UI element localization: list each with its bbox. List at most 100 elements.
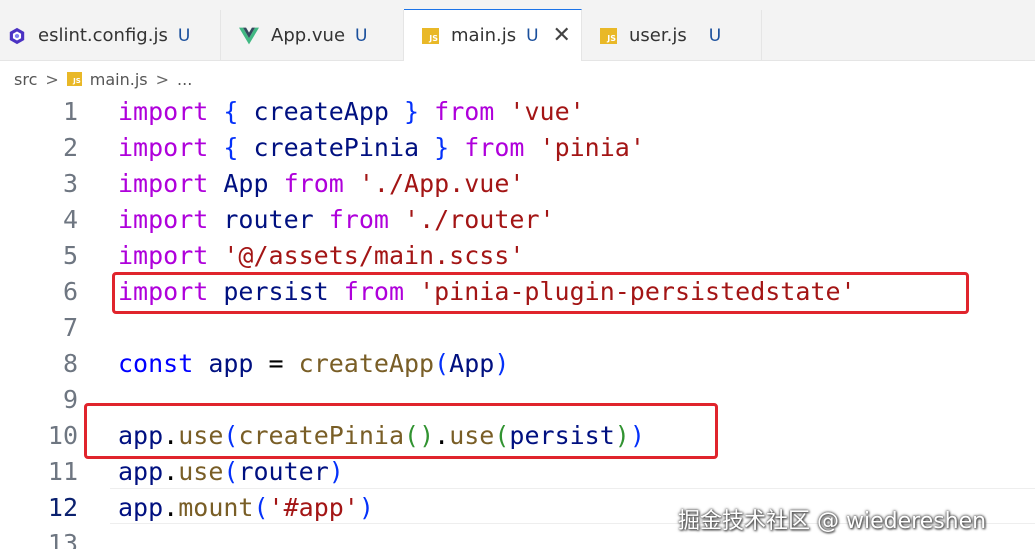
breadcrumb-folder[interactable]: src (14, 70, 37, 89)
code-token: { (223, 97, 239, 126)
chevron-right-icon: > (155, 69, 170, 89)
watermark: 掘金技术社区 @ wiedereshen (678, 509, 987, 534)
code-token: import (118, 205, 209, 234)
line-number: 9 (62, 385, 78, 414)
code-line[interactable]: 11 app.use(router) (0, 454, 1035, 490)
code-token: app (118, 493, 164, 522)
code-token: ( (223, 457, 239, 486)
line-number: 13 (47, 529, 78, 549)
line-number: 4 (62, 205, 78, 234)
code-token: ) (328, 457, 344, 486)
code-token: createApp (238, 97, 405, 126)
code-editor[interactable]: 1 import { createApp } from 'vue' 2 import … (0, 92, 1035, 549)
code-line[interactable]: 7 (0, 310, 1035, 346)
code-token: app (208, 349, 254, 378)
line-number: 1 (62, 97, 78, 126)
untracked-status-badge: U (177, 25, 191, 46)
code-token: from (328, 205, 389, 234)
code-line[interactable]: 3 import App from './App.vue' (0, 166, 1035, 202)
code-token: from (464, 133, 525, 162)
code-token: } (434, 133, 450, 162)
code-line[interactable]: 2 import { createPinia } from 'pinia' (0, 130, 1035, 166)
code-token: = (253, 349, 299, 378)
code-token: app (118, 457, 164, 486)
code-token: './router' (404, 205, 555, 234)
code-token: ) (494, 349, 510, 378)
code-token: App (223, 169, 269, 198)
code-token: 'pinia' (539, 133, 645, 162)
line-number: 6 (62, 277, 78, 306)
code-token: . (163, 493, 179, 522)
line-number: 11 (47, 457, 78, 486)
eslint-icon (9, 27, 25, 44)
code-token: router (223, 205, 314, 234)
close-icon[interactable]: ✕ (553, 24, 571, 47)
code-token: '@/assets/main.scss' (223, 241, 525, 270)
untracked-status-badge: U (355, 25, 368, 46)
code-line[interactable]: 4 import router from './router' (0, 202, 1035, 238)
tab-eslint-config[interactable]: eslint.config.js U (0, 10, 221, 61)
code-line[interactable]: 5 import '@/assets/main.scss' (0, 238, 1035, 274)
annotation-box-line-6 (112, 272, 969, 314)
code-line[interactable]: 8 const app = createApp(App) (0, 346, 1035, 382)
vue-icon (239, 27, 259, 44)
code-token: from (283, 169, 344, 198)
code-token: createApp (298, 349, 435, 378)
tab-user-js[interactable]: JS user.js U (582, 10, 762, 61)
line-number: 3 (62, 169, 78, 198)
code-token: import (118, 97, 209, 126)
code-text: import { createApp } from 'vue' (118, 94, 585, 130)
annotation-box-line-10 (84, 403, 718, 459)
code-line[interactable]: 1 import { createApp } from 'vue' (0, 94, 1035, 130)
tab-app-vue[interactable]: App.vue U (221, 10, 404, 61)
code-token: . (163, 457, 179, 486)
code-text: app.mount('#app') (118, 490, 374, 526)
code-token: '#app' (268, 493, 359, 522)
code-text: app.use(router) (118, 454, 344, 490)
chevron-right-icon: > (45, 69, 59, 89)
code-token: import (118, 133, 209, 162)
line-number: 12 (47, 493, 78, 522)
code-token: ( (253, 493, 269, 522)
breadcrumb-file[interactable]: main.js (90, 70, 148, 89)
js-icon: JS (600, 27, 617, 44)
tab-label: App.vue (271, 25, 346, 46)
untracked-status-badge: U (708, 25, 722, 46)
line-number: 8 (62, 349, 78, 378)
line-number: 7 (62, 313, 78, 342)
code-token: import (118, 169, 209, 198)
editor-tab-bar: eslint.config.js U App.vue U JS main.js … (0, 0, 1035, 61)
js-icon: JS (66, 72, 82, 86)
tab-label: user.js (629, 25, 687, 46)
breadcrumb-more[interactable]: ... (177, 70, 192, 89)
tab-label: main.js (451, 25, 517, 46)
breadcrumb: src > JS main.js > ... (14, 67, 192, 91)
code-token: './App.vue' (358, 169, 525, 198)
code-token: const (118, 349, 194, 378)
untracked-status-badge: U (526, 25, 539, 46)
code-text: import { createPinia } from 'pinia' (118, 130, 645, 166)
code-text: import '@/assets/main.scss' (118, 238, 524, 274)
code-token: App (449, 349, 495, 378)
code-token: mount (178, 493, 254, 522)
code-text: import App from './App.vue' (118, 166, 524, 202)
code-token: router (238, 457, 329, 486)
tab-label: eslint.config.js (38, 25, 168, 46)
code-token: createPinia (238, 133, 435, 162)
code-token: import (118, 241, 209, 270)
code-token: 'vue' (509, 97, 585, 126)
tab-main-js[interactable]: JS main.js U ✕ (404, 9, 582, 61)
code-token: ) (358, 493, 374, 522)
